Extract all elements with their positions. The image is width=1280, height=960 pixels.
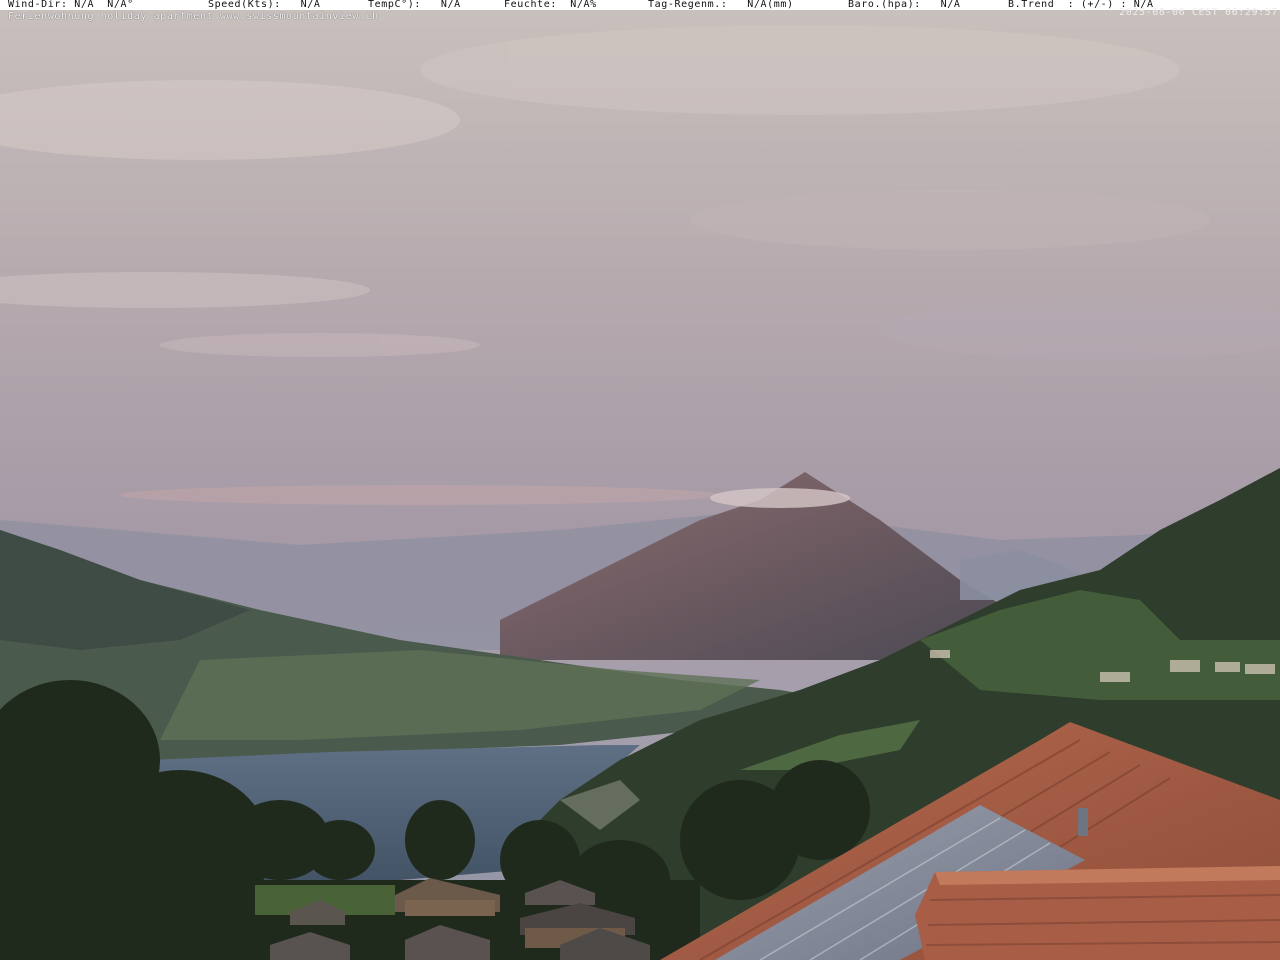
temp-text: TempC°): N/A	[368, 0, 461, 10]
rain-text: Tag-Regenm.: N/A(mm)	[648, 0, 794, 10]
speed-text: Speed(Kts): N/A	[208, 0, 321, 10]
humidity-text: Feuchte: N/A%	[504, 0, 597, 10]
webcam-image	[0, 0, 1280, 960]
barometer-text: Baro.(hpa): N/A	[848, 0, 961, 10]
wind-dir-text: Wind-Dir: N/A N/A°	[8, 0, 134, 10]
timestamp: 2025-08-06 CEST 06:29:57	[1119, 7, 1278, 18]
caption-text: Ferienwohnung holiday apartment www.swis…	[8, 11, 379, 22]
